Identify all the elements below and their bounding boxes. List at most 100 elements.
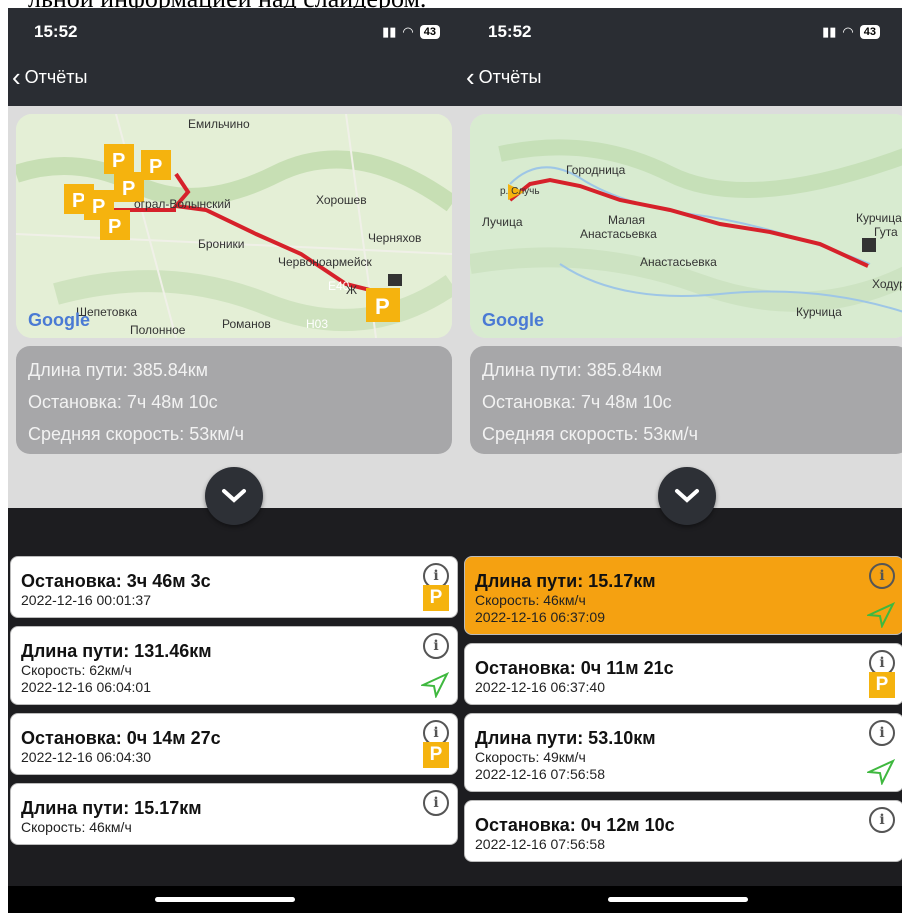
event-date: 2022-12-16 06:04:01 <box>21 679 151 695</box>
svg-text:ограл-Волынский: ограл-Волынский <box>134 197 231 211</box>
list-item[interactable]: Длина пути: 15.17км Скорость: 46км/ч i <box>10 783 458 845</box>
back-button[interactable]: ‹ Отчёты <box>12 62 88 92</box>
svg-text:Анастасьевка: Анастасьевка <box>640 255 717 269</box>
home-indicator <box>8 886 462 913</box>
svg-text:Полонное: Полонное <box>130 323 186 337</box>
info-icon[interactable]: i <box>869 563 895 589</box>
stats-avg-speed: Средняя скорость: 53км/ч <box>28 424 244 444</box>
status-time: 15:52 <box>34 22 78 41</box>
status-icons: ▮▮ ◠ 43 <box>822 24 880 40</box>
event-speed: Скорость: 62км/ч <box>21 662 132 678</box>
event-title: Остановка: 0ч 14м 27с <box>21 728 221 748</box>
phone-screen-right: 15:52 ▮▮ ◠ 43 ‹ Отчёты Городница Лучица … <box>462 8 902 913</box>
event-title: Длина пути: 15.17км <box>21 798 202 818</box>
svg-text:P: P <box>72 190 85 212</box>
chevron-down-icon <box>675 489 699 503</box>
status-time: 15:52 <box>488 22 532 41</box>
route-map[interactable]: P P P P P P P Емильчино ограл-Волынский … <box>16 114 452 338</box>
stats-avg-speed: Средняя скорость: 53км/ч <box>482 424 698 444</box>
info-icon[interactable]: i <box>423 633 449 659</box>
info-icon[interactable]: i <box>869 807 895 833</box>
svg-text:P: P <box>375 294 390 319</box>
svg-text:Google: Google <box>28 310 90 330</box>
chevron-down-icon <box>222 489 246 503</box>
home-indicator <box>462 886 902 913</box>
phone-screen-left: 15:52 ▮▮ ◠ 43 ‹ Отчёты P P P P P P P Еми… <box>8 8 462 913</box>
wifi-icon: ◠ <box>402 24 414 39</box>
expand-toggle-button[interactable] <box>658 467 716 525</box>
stats-panel: Длина пути: 385.84км Остановка: 7ч 48м 1… <box>16 346 452 454</box>
summary-area: Городница Лучица Малая Анастасьевка Анас… <box>462 106 902 525</box>
event-speed: Скорость: 46км/ч <box>475 592 586 608</box>
stats-stop: Остановка: 7ч 48м 10с <box>28 392 218 412</box>
svg-text:Хорошев: Хорошев <box>316 193 367 207</box>
navigation-arrow-icon <box>867 759 895 785</box>
event-date: 2022-12-16 07:56:58 <box>475 766 605 782</box>
battery-icon: 43 <box>419 25 440 39</box>
back-label: Отчёты <box>478 66 542 87</box>
nav-bar: ‹ Отчёты <box>462 52 902 106</box>
event-title: Длина пути: 53.10км <box>475 728 656 748</box>
svg-text:Малая: Малая <box>608 213 645 227</box>
events-list: Остановка: 3ч 46м 3с 2022-12-16 00:01:37… <box>8 556 462 853</box>
status-bar: 15:52 ▮▮ ◠ 43 <box>8 8 462 52</box>
event-title: Длина пути: 15.17км <box>475 571 656 591</box>
event-date: 2022-12-16 06:04:30 <box>21 749 151 765</box>
svg-text:Броники: Броники <box>198 237 245 251</box>
signal-icon: ▮▮ <box>382 24 397 39</box>
list-item[interactable]: Остановка: 0ч 12м 10с 2022-12-16 07:56:5… <box>464 800 902 862</box>
event-speed: Скорость: 49км/ч <box>475 749 586 765</box>
event-date: 2022-12-16 06:37:40 <box>475 679 605 695</box>
route-map[interactable]: Городница Лучица Малая Анастасьевка Анас… <box>470 114 902 338</box>
parking-icon: P <box>869 672 895 698</box>
event-title: Остановка: 0ч 11м 21с <box>475 658 674 678</box>
list-item-selected[interactable]: Длина пути: 15.17км Скорость: 46км/ч 202… <box>464 556 902 635</box>
list-item[interactable]: Остановка: 3ч 46м 3с 2022-12-16 00:01:37… <box>10 556 458 618</box>
navigation-arrow-icon <box>421 672 449 698</box>
event-date: 2022-12-16 07:56:58 <box>475 836 605 852</box>
svg-text:Курчица: Курчица <box>796 305 842 319</box>
status-bar: 15:52 ▮▮ ◠ 43 <box>462 8 902 52</box>
event-speed: Скорость: 46км/ч <box>21 819 132 835</box>
event-title: Остановка: 0ч 12м 10с <box>475 815 675 835</box>
chevron-left-icon: ‹ <box>12 62 21 92</box>
event-date: 2022-12-16 00:01:37 <box>21 592 151 608</box>
back-label: Отчёты <box>24 66 88 87</box>
svg-text:P: P <box>149 156 162 178</box>
list-item[interactable]: Остановка: 0ч 14м 27с 2022-12-16 06:04:3… <box>10 713 458 775</box>
svg-text:P: P <box>108 216 121 238</box>
svg-text:Курчица: Курчица <box>856 211 902 225</box>
back-button[interactable]: ‹ Отчёты <box>466 64 542 90</box>
status-icons: ▮▮ ◠ 43 <box>382 24 440 40</box>
list-item[interactable]: Длина пути: 131.46км Скорость: 62км/ч 20… <box>10 626 458 705</box>
svg-text:Ходур: Ходур <box>872 277 902 291</box>
svg-text:Лучица: Лучица <box>482 215 523 229</box>
parking-icon: P <box>423 742 449 768</box>
svg-text:Червоноармейск: Червоноармейск <box>278 255 373 269</box>
expand-toggle-button[interactable] <box>205 467 263 525</box>
info-icon[interactable]: i <box>423 790 449 816</box>
svg-text:H03: H03 <box>306 317 328 331</box>
stats-panel: Длина пути: 385.84км Остановка: 7ч 48м 1… <box>470 346 902 454</box>
stats-stop: Остановка: 7ч 48м 10с <box>482 392 672 412</box>
info-icon[interactable]: i <box>869 720 895 746</box>
svg-text:Google: Google <box>482 310 544 330</box>
event-title: Длина пути: 131.46км <box>21 641 212 661</box>
svg-text:P: P <box>112 150 125 172</box>
event-date: 2022-12-16 06:37:09 <box>475 609 605 625</box>
signal-icon: ▮▮ <box>822 24 837 39</box>
svg-text:Гута: Гута <box>874 225 898 239</box>
summary-area: P P P P P P P Емильчино ограл-Волынский … <box>8 106 462 525</box>
svg-text:р. Случь: р. Случь <box>500 186 540 197</box>
events-list: Длина пути: 15.17км Скорость: 46км/ч 202… <box>462 556 902 870</box>
list-item[interactable]: Длина пути: 53.10км Скорость: 49км/ч 202… <box>464 713 902 792</box>
stats-length: Длина пути: 385.84км <box>28 360 209 380</box>
svg-text:Городница: Городница <box>566 163 626 177</box>
list-item[interactable]: Остановка: 0ч 11м 21с 2022-12-16 06:37:4… <box>464 643 902 705</box>
event-title: Остановка: 3ч 46м 3с <box>21 571 211 591</box>
nav-bar: ‹ Отчёты <box>8 52 462 106</box>
navigation-arrow-icon <box>867 602 895 628</box>
svg-text:Анастасьевка: Анастасьевка <box>580 227 657 241</box>
battery-icon: 43 <box>859 25 880 39</box>
svg-text:Емильчино: Емильчино <box>188 117 250 131</box>
